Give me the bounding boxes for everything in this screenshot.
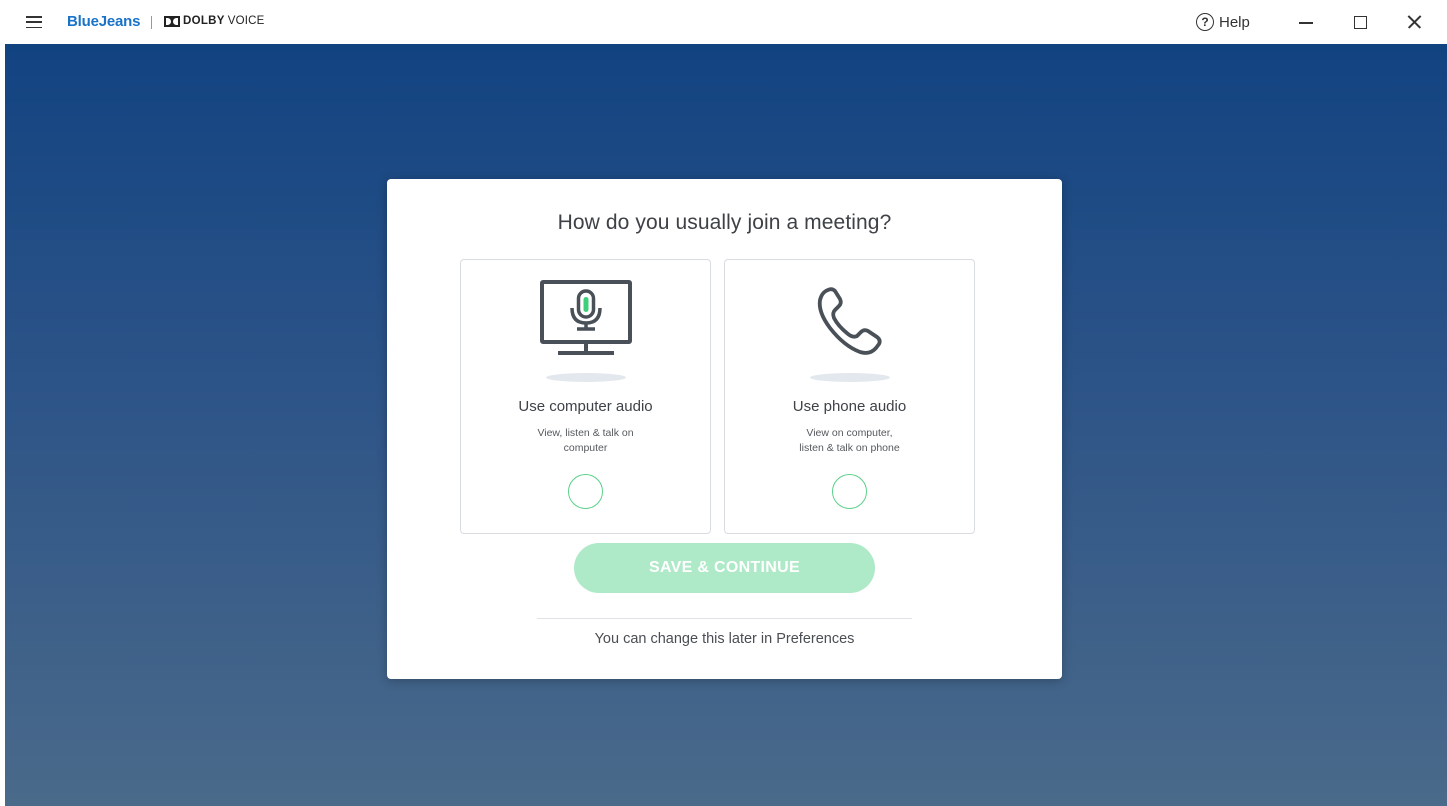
maximize-icon[interactable] [1348,10,1372,34]
voice-text: VOICE [227,15,265,27]
help-circle-icon: ? [1196,13,1214,31]
dialog-title: How do you usually join a meeting? [557,211,892,234]
computer-audio-radio[interactable] [568,474,603,509]
monitor-microphone-icon [540,280,632,355]
computer-audio-label: Use computer audio [518,398,653,415]
help-label: Help [1219,13,1250,31]
title-bar: BlueJeans DOLBY VOICE ? Help [0,0,1447,44]
save-continue-button[interactable]: SAVE & CONTINUE [574,543,875,593]
bluejeans-logo: BlueJeans [67,13,141,30]
phone-audio-radio[interactable] [832,474,867,509]
icon-shadow [546,373,626,382]
close-icon[interactable] [1402,10,1426,34]
computer-audio-description: View, listen & talk on computer [537,427,634,454]
phone-audio-label: Use phone audio [792,398,907,415]
icon-shadow [810,373,890,382]
dolby-voice-logo: DOLBY VOICE [164,15,265,27]
phone-audio-option[interactable]: Use phone audio View on computer, listen… [724,259,975,534]
phone-icon [817,287,882,355]
audio-preference-dialog: How do you usually join a meeting? Use c… [387,179,1062,679]
divider [537,618,912,619]
minimize-icon[interactable] [1294,10,1318,34]
phone-audio-description: View on computer, listen & talk on phone [799,427,900,454]
hamburger-menu-icon[interactable] [24,13,44,31]
computer-audio-option[interactable]: Use computer audio View, listen & talk o… [460,259,711,534]
dolby-text: DOLBY [183,15,225,27]
window-edge [0,0,5,806]
brand-divider [151,16,152,29]
preferences-note: You can change this later in Preferences [594,631,855,647]
dolby-icon [164,15,180,27]
help-button[interactable]: ? Help [1196,13,1250,31]
